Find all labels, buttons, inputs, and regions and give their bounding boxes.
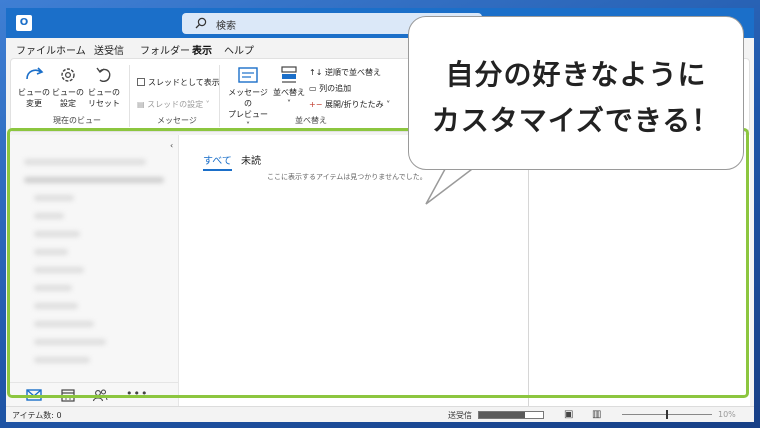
search-label: 検索 <box>216 21 236 32</box>
callout-bubble: 自分の好きなように カスタマイズできる！ <box>408 16 744 170</box>
folder-item[interactable] <box>34 195 74 201</box>
more-options-icon[interactable]: ••• <box>126 387 148 400</box>
zoom-slider[interactable] <box>622 410 712 419</box>
mail-icon[interactable] <box>26 388 42 402</box>
sort-button[interactable]: 並べ替え ˅ <box>271 65 307 109</box>
group-label-messages: メッセージ <box>157 116 197 125</box>
group-label-current-view: 現在のビュー <box>53 116 101 125</box>
folder-item[interactable] <box>34 357 90 363</box>
reverse-sort-label: 逆順で並べ替え <box>324 68 381 77</box>
add-columns-label: 列の追加 <box>319 84 352 93</box>
chevron-down-icon: ˅ <box>203 100 210 109</box>
thread-settings-icon: ▤ <box>137 100 148 109</box>
menu-send-receive[interactable]: 送受信 <box>94 42 124 57</box>
folder-item[interactable] <box>34 285 72 291</box>
gear-icon <box>61 68 75 82</box>
view-change-label-1: ビューの <box>18 88 50 97</box>
reverse-sort-icon: ↑↓ <box>309 68 325 77</box>
expand-collapse-label: 展開/折りたたみ <box>324 100 384 109</box>
group-label-arrange: 並べ替え <box>295 116 327 125</box>
status-bar: アイテム数: 0 送受信 ▣ ▥ 10% <box>6 406 754 422</box>
thread-show-checkbox[interactable]: スレッドとして表示 <box>137 77 220 88</box>
normal-view-icon[interactable]: ▣ <box>564 409 573 420</box>
reset-arrow-icon <box>96 67 111 83</box>
item-count: アイテム数: 0 <box>12 411 62 420</box>
tab-all[interactable]: すべて <box>203 152 232 171</box>
main-content: ‹ ••• すべて 未読 ここに表示するアイテムは見つかりませんでした。 <box>10 135 750 406</box>
sort-label: 並べ替え <box>273 88 305 97</box>
folder-item[interactable] <box>34 249 68 255</box>
view-reset-label-1: ビューの <box>88 88 120 97</box>
folder-item[interactable] <box>34 303 78 309</box>
thread-settings-button[interactable]: ▤ スレッドの設定 ˅ <box>137 99 210 110</box>
send-receive-progress <box>478 411 544 419</box>
message-preview-icon <box>238 67 258 83</box>
folder-item[interactable] <box>34 321 94 327</box>
folder-pane: ‹ ••• <box>10 135 178 406</box>
calendar-icon[interactable] <box>60 388 76 402</box>
message-preview-button[interactable]: メッセージの プレビュー ˅ <box>225 65 271 131</box>
folder-item[interactable] <box>34 267 84 273</box>
tab-unread[interactable]: 未読 <box>241 152 261 167</box>
reading-pane <box>530 135 750 406</box>
reverse-sort-button[interactable]: ↑↓ 逆順で並べ替え <box>309 67 381 78</box>
chevron-down-icon: ˅ <box>383 100 391 109</box>
expand-collapse-button[interactable]: +− 展開/折りたたみ ˅ <box>309 99 390 110</box>
group-divider <box>129 65 130 127</box>
navigation-bar: ••• <box>10 382 178 406</box>
callout-line-1: 自分の好きなように <box>445 58 707 91</box>
menu-folder[interactable]: フォルダー <box>140 42 190 57</box>
outlook-app-icon: O <box>16 15 32 31</box>
reading-view-icon[interactable]: ▥ <box>592 409 601 420</box>
folder-item[interactable] <box>34 231 80 237</box>
menu-help[interactable]: ヘルプ <box>224 42 254 57</box>
chevron-down-icon: ˅ <box>287 99 291 108</box>
people-icon[interactable] <box>92 388 108 402</box>
folder-item[interactable] <box>24 177 164 183</box>
zoom-slider-thumb[interactable] <box>666 410 668 419</box>
view-reset-button[interactable]: ビューの リセット <box>87 65 121 109</box>
menu-view[interactable]: 表示 <box>192 42 212 61</box>
view-settings-label-1: ビューの <box>52 88 84 97</box>
checkbox-box <box>137 78 145 86</box>
menu-file[interactable]: ファイル <box>16 42 56 57</box>
view-settings-label-2: 設定 <box>60 99 76 108</box>
view-settings-button[interactable]: ビューの 設定 <box>51 65 85 109</box>
view-change-label-2: 変更 <box>26 99 42 108</box>
thread-show-label: スレッドとして表示 <box>148 78 220 87</box>
message-preview-label-2: プレビュー <box>228 110 268 119</box>
folder-item[interactable] <box>34 339 106 345</box>
thread-settings-label: スレッドの設定 <box>147 100 204 109</box>
empty-list-message: ここに表示するアイテムは見つかりませんでした。 <box>267 173 427 181</box>
search-icon <box>195 17 207 29</box>
add-columns-icon: ▭ <box>309 84 320 93</box>
message-preview-label-1: メッセージの <box>228 88 268 108</box>
add-columns-button[interactable]: ▭ 列の追加 <box>309 83 351 94</box>
chevron-down-icon: ˅ <box>246 121 250 130</box>
folder-item[interactable] <box>24 159 146 165</box>
group-divider <box>219 65 220 127</box>
zoom-level: 10% <box>718 410 736 419</box>
view-change-icon <box>26 67 44 80</box>
send-receive-status: 送受信 <box>448 411 472 420</box>
callout-line-2: カスタマイズできる！ <box>431 104 721 137</box>
send-receive-progress-fill <box>479 412 526 418</box>
view-reset-label-2: リセット <box>88 99 120 108</box>
folder-item[interactable] <box>34 213 64 219</box>
sort-icon <box>281 66 297 83</box>
expand-collapse-icon: +− <box>309 100 325 109</box>
collapse-pane-icon[interactable]: ‹ <box>170 141 173 150</box>
view-change-button[interactable]: ビューの 変更 <box>17 65 51 109</box>
menu-home[interactable]: ホーム <box>56 42 86 57</box>
